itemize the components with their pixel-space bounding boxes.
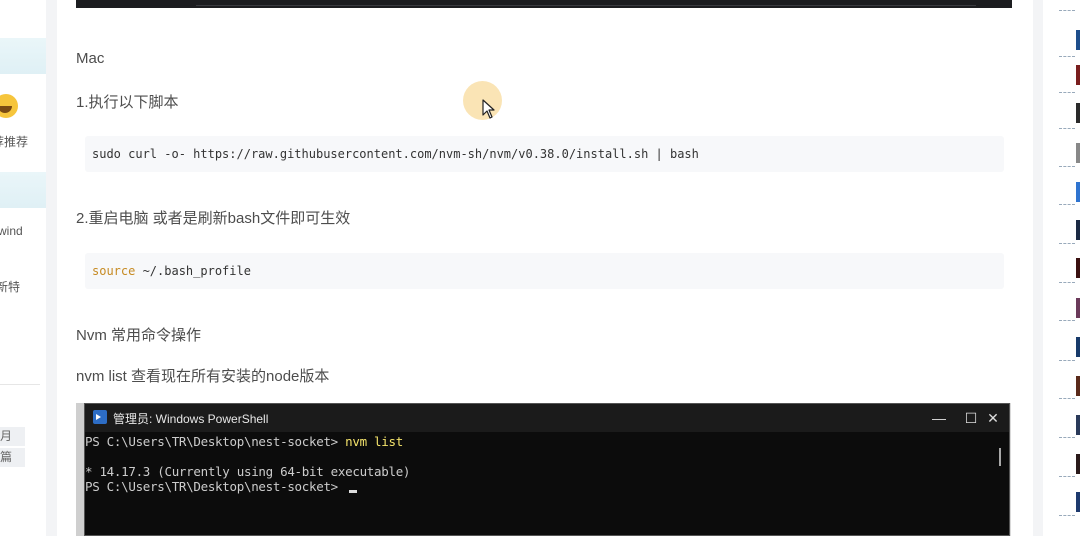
article-thumbnail[interactable]: [1076, 220, 1080, 240]
close-button[interactable]: ✕: [983, 408, 1003, 428]
code-keyword-source: source: [92, 264, 136, 278]
article-thumbnail[interactable]: [1076, 454, 1080, 474]
emoji-icon: [0, 94, 18, 118]
left-sidebar: 荐推荐 wind 新特 月 篇: [0, 0, 46, 536]
powershell-console[interactable]: PS C:\Users\TR\Desktop\nest-socket> nvm …: [85, 432, 991, 535]
powershell-icon: [93, 410, 107, 424]
sidebar-chip-month[interactable]: 月: [0, 427, 25, 446]
sidebar-divider: [0, 384, 40, 385]
list-separator: [1059, 282, 1075, 283]
article-thumbnail[interactable]: [1076, 103, 1080, 123]
article-thumbnail[interactable]: [1076, 143, 1080, 163]
code-install-command: sudo curl -o- https://raw.githubusercont…: [92, 147, 699, 161]
console-scrollbar[interactable]: [991, 432, 1009, 535]
list-separator: [1059, 204, 1075, 205]
list-separator: [1059, 515, 1075, 516]
list-separator: [1059, 243, 1075, 244]
console-prompt: PS C:\Users\TR\Desktop\nest-socket>: [85, 479, 346, 494]
step-1-text: 1.执行以下脚本: [76, 94, 179, 111]
right-sidebar: [1043, 0, 1080, 536]
sidebar-text-feature[interactable]: 新特: [0, 278, 20, 295]
heading-mac: Mac: [76, 50, 105, 67]
list-separator: [1059, 56, 1075, 57]
sidebar-banner: [0, 38, 46, 74]
nvm-list-description: nvm list 查看现在所有安装的node版本: [76, 368, 330, 385]
article-thumbnail[interactable]: [1076, 258, 1080, 278]
console-line-2: * 14.17.3 (Currently using 64-bit execut…: [85, 464, 411, 479]
console-prompt: PS C:\Users\TR\Desktop\nest-socket>: [85, 434, 346, 449]
console-line-1: PS C:\Users\TR\Desktop\nest-socket> nvm …: [85, 434, 403, 449]
article-thumbnail[interactable]: [1076, 182, 1080, 202]
article-thumbnail[interactable]: [1076, 65, 1080, 85]
article-thumbnail[interactable]: [1076, 298, 1080, 318]
list-separator: [1059, 166, 1075, 167]
article-thumbnail[interactable]: [1076, 415, 1080, 435]
sidebar-text-recommend[interactable]: 荐推荐: [0, 133, 28, 150]
step-2-text: 2.重启电脑 或者是刷新bash文件即可生效: [76, 210, 351, 227]
article-thumbnail[interactable]: [1076, 376, 1080, 396]
minimize-button[interactable]: —: [929, 408, 949, 428]
list-separator: [1059, 128, 1075, 129]
list-separator: [1059, 10, 1075, 11]
scrollbar-thumb[interactable]: [999, 448, 1001, 466]
list-separator: [1059, 360, 1075, 361]
list-separator: [1059, 320, 1075, 321]
maximize-button[interactable]: ☐: [961, 408, 981, 428]
powershell-title: 管理员: Windows PowerShell: [113, 412, 269, 426]
screenshot-edge: [76, 403, 84, 536]
article-thumbnail[interactable]: [1076, 492, 1080, 512]
text-caret: [349, 490, 358, 493]
previous-image-block: [76, 0, 1012, 8]
powershell-window: 管理员: Windows PowerShell — ☐ ✕ PS C:\User…: [84, 403, 1010, 536]
article-content: Mac 1.执行以下脚本 sudo curl -o- https://raw.g…: [57, 0, 1033, 536]
article-thumbnail[interactable]: [1076, 337, 1080, 357]
sidebar-banner: [0, 172, 46, 208]
list-separator: [1059, 92, 1075, 93]
article-thumbnail[interactable]: [1076, 30, 1080, 50]
powershell-titlebar: 管理员: Windows PowerShell — ☐ ✕: [85, 404, 1009, 432]
heading-nvm-commands: Nvm 常用命令操作: [76, 327, 201, 344]
powershell-screenshot: 管理员: Windows PowerShell — ☐ ✕ PS C:\User…: [76, 403, 1011, 536]
list-separator: [1059, 476, 1075, 477]
sidebar-chip-articles[interactable]: 篇: [0, 448, 25, 467]
code-source-path: ~/.bash_profile: [135, 264, 251, 278]
list-separator: [1059, 437, 1075, 438]
code-block-source: source ~/.bash_profile: [85, 253, 1004, 289]
console-line-3: PS C:\Users\TR\Desktop\nest-socket>: [85, 479, 358, 494]
console-command: nvm list: [345, 434, 403, 449]
list-separator: [1059, 398, 1075, 399]
mouse-pointer-icon: [482, 99, 495, 119]
sidebar-text-wind[interactable]: wind: [0, 224, 23, 238]
code-block-install: sudo curl -o- https://raw.githubusercont…: [85, 136, 1004, 172]
